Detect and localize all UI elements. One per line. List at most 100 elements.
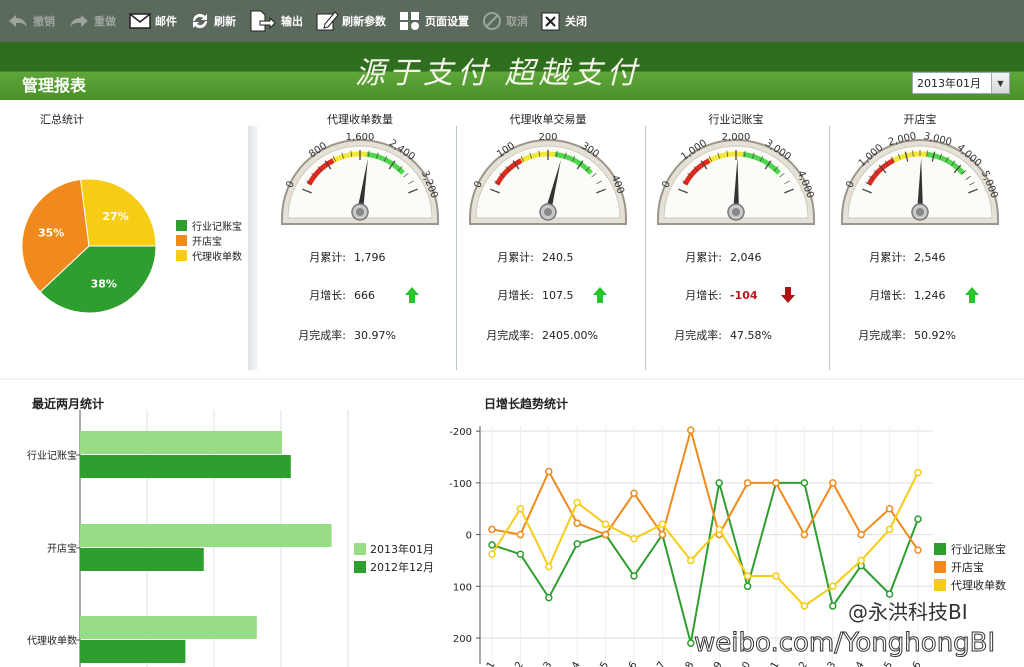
x-tick-label: 16 [908,660,924,667]
data-point [829,479,837,487]
mail-button[interactable]: 邮件 [128,0,177,42]
data-point [914,546,922,554]
gauge-rate-row: 月完成率: 47.58% [642,327,774,343]
gauge-rate-label: 月完成率: [298,329,346,342]
gauge-tick-label: 2,000 [722,132,751,143]
gauge-growth-value: 107.5 [542,288,574,302]
gauge-dial: 01,0002,000 3,0004,0005,000 [841,131,1000,225]
pie-label: 27% [102,210,128,223]
data-point [743,479,752,487]
data-point [601,530,610,539]
month-select[interactable]: 2013年01月 ▼ [912,72,1010,94]
gauge-card: 开店宝 0 1,000 2,000 3,000 4,000 5,000 月累计: 2,54… [830,100,1010,378]
legend-label: 开店宝 [951,560,984,574]
cancel-button[interactable]: 取消 [481,0,528,42]
y-tick-label: -100 [449,479,472,490]
page-setup-icon [400,12,419,30]
redo-label: 重做 [94,15,116,28]
gauge-growth-row: 月增长: 107.5 [454,286,608,304]
data-point [545,593,553,602]
x-tick-label: 10 [737,660,753,667]
legend-label: 2013年01月 [370,542,434,556]
redo-icon [70,15,88,27]
data-point [687,556,695,565]
data-point [743,572,752,580]
data-point [800,479,809,487]
summary-title: 汇总统计 [40,113,84,126]
close-icon [541,12,560,31]
category-label: 开店宝 [47,542,77,555]
gauge-growth-row: 月增长: 1,246 [826,286,980,304]
data-point [488,525,496,534]
watermark-handle: @永洪科技BI [848,600,968,624]
gauge-cum-label: 月累计: [685,251,722,264]
summary-pie-chart: 38% 35% 27% [21,178,157,314]
gauge-title: 代理收单交易量 [509,113,587,126]
gauge-title: 代理收单数量 [327,113,393,126]
arrow-down-icon [781,287,795,303]
export-button[interactable]: 输出 [248,0,303,42]
refresh-button[interactable]: 刷新 [189,0,236,42]
page-setup-label: 页面设置 [425,15,469,28]
data-point [687,426,695,434]
page-setup-button[interactable]: 页面设置 [398,0,469,42]
gauge-growth-value: 1,246 [914,288,946,302]
x-tick-label: 13 [823,660,839,667]
data-point [857,530,865,539]
recent-bar-chart: 行业记账宝开店宝代理收单数 2013年01月 2012年12月 [27,410,434,667]
gauge-title: 行业记账宝 [708,113,764,126]
gauge-rate-row: 月完成率: 2405.00% [454,327,598,343]
edit-icon [316,11,339,31]
cancel-label: 取消 [506,15,528,28]
mail-icon [129,13,151,29]
legend-label: 行业记账宝 [951,542,1006,556]
x-tick-label: 12 [794,660,810,667]
gauge-rate-value: 50.92% [914,328,956,342]
x-tick-label: 04 [567,660,583,667]
gauge-cum-value: 2,046 [730,250,762,264]
refresh-params-button[interactable]: 刷新参数 [315,0,386,42]
data-point [658,530,667,539]
summary-legend: 行业记账宝 开店宝 代理收单数 [176,218,242,263]
category-label: 代理收单数 [27,634,77,647]
banner-slogan: 源于支付 超越支付 [355,56,641,91]
gauge-rate-value: 47.58% [730,328,772,342]
series-line [491,426,919,551]
legend-swatch [176,220,187,231]
panel-divider [248,126,258,370]
gauge-cum-value: 240.5 [542,250,574,264]
close-label: 关闭 [565,15,587,28]
data-point [885,525,894,534]
gauge-hub-center [356,208,364,216]
close-button[interactable]: 关闭 [540,0,587,42]
redo-button[interactable]: 重做 [67,0,116,42]
x-tick-label: 05 [595,660,611,667]
chevron-down-icon[interactable]: ▼ [991,73,1009,93]
legend-item: 行业记账宝 [176,218,242,233]
data-point [772,572,780,580]
undo-button[interactable]: 撤销 [6,0,55,42]
watermark-url: weibo.com/YonghongBI [693,628,996,659]
legend-label: 行业记账宝 [192,222,242,233]
summary-panel: 汇总统计 38% 35% 27% 行业记账宝 开店宝 代理收单数 代理收单数量 08… [0,100,1024,378]
undo-label: 撤销 [33,15,55,28]
y-tick-label: 200 [453,634,472,645]
data-point [573,519,581,527]
gauge-card: 代理收单数量 0 800 1,600 2,400 3,200 月累计: 1,796 月增… [270,100,450,378]
data-point [687,639,695,647]
gauge-cum-row: 月累计: 1,796 [266,249,398,265]
gauge-rate-row: 月完成率: 30.97% [266,327,398,343]
category-label: 行业记账宝 [27,449,77,462]
gauge-growth-label: 月增长: [869,289,906,302]
x-tick-label: 08 [681,660,697,667]
gauge-cum-label: 月累计: [497,251,534,264]
data-point [914,468,922,477]
gauge-hub-center [732,208,740,216]
gauge-title: 开店宝 [903,113,937,126]
y-tick-label: 0 [466,531,472,542]
data-point [857,556,865,565]
x-tick-label: 09 [709,660,725,667]
bar [80,431,282,454]
bar [80,455,291,478]
gauge-rate-label: 月完成率: [674,329,722,342]
